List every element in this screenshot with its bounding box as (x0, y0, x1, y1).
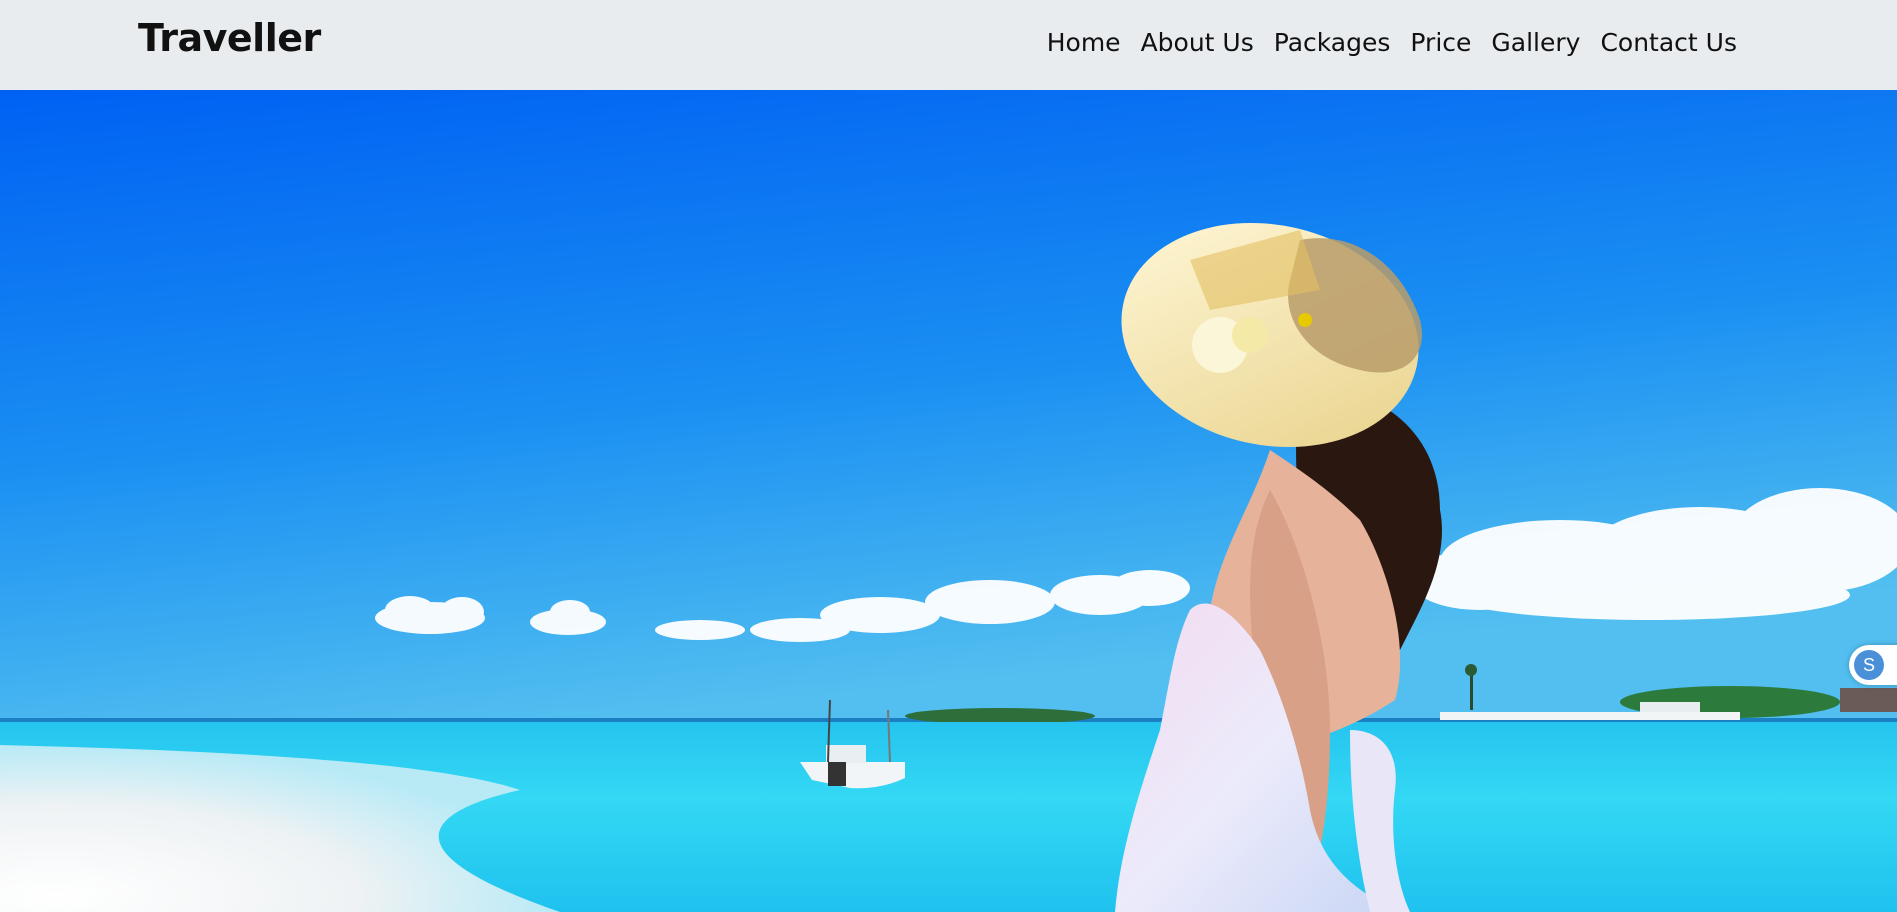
sky (0, 90, 1897, 722)
nav-link-contact-us[interactable]: Contact Us (1600, 28, 1737, 57)
hero-beach-image (0, 90, 1897, 912)
chat-widget[interactable]: S (1849, 645, 1897, 685)
nav-link-home[interactable]: Home (1047, 28, 1121, 57)
nav-menu: Home About Us Packages Price Gallery Con… (1047, 28, 1737, 57)
navbar: Traveller Home About Us Packages Price G… (0, 0, 1897, 90)
nav-link-gallery[interactable]: Gallery (1491, 28, 1580, 57)
nav-link-about-us[interactable]: About Us (1141, 28, 1254, 57)
chat-widget-icon[interactable]: S (1854, 650, 1884, 680)
nav-link-packages[interactable]: Packages (1274, 28, 1391, 57)
brand-logo[interactable]: Traveller (138, 16, 321, 60)
nav-link-price[interactable]: Price (1410, 28, 1471, 57)
hero-banner (0, 90, 1897, 912)
